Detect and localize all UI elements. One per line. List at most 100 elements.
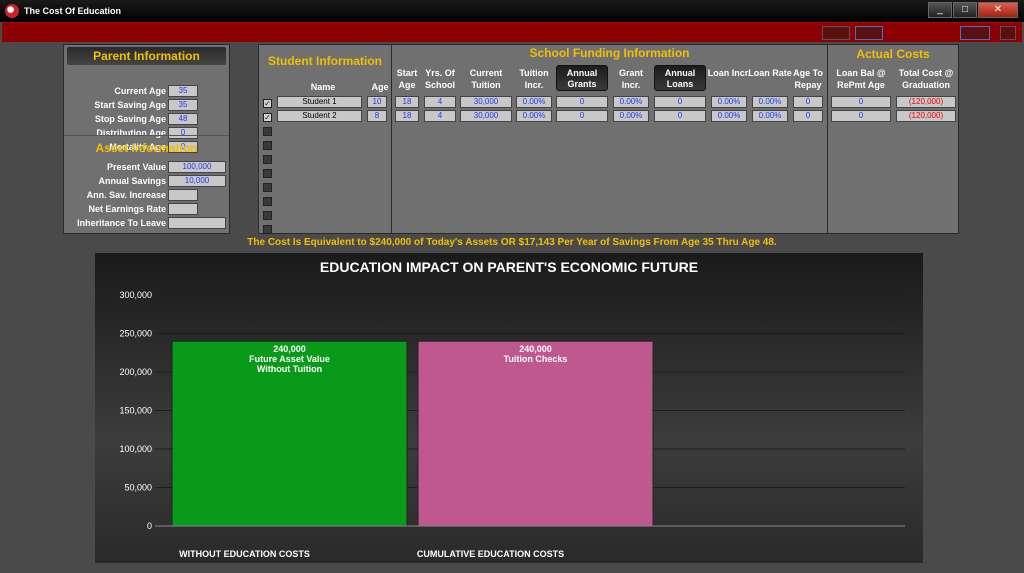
asset-field-row: Annual Savings 10,000 — [66, 175, 226, 187]
funding-cell[interactable]: 0.00% — [613, 96, 649, 108]
student-checkbox[interactable]: ✓ — [263, 99, 272, 108]
funding-cell[interactable]: 18 — [395, 110, 419, 122]
student-name-input[interactable]: Student 2 — [277, 110, 362, 122]
actual-cell: (120,000) — [896, 96, 956, 108]
bar-label: Tuition Checks — [504, 354, 568, 364]
funding-col-header: Loan Rate — [748, 68, 792, 78]
funding-cell[interactable]: 0 — [793, 96, 823, 108]
y-tick-label: 150,000 — [119, 406, 152, 416]
bar-label: 240,000 — [519, 344, 552, 354]
parent-field-label: Start Saving Age — [94, 100, 166, 110]
funding-cell[interactable]: 0 — [556, 110, 608, 122]
funding-cell[interactable]: 0.00% — [711, 110, 747, 122]
funding-cell[interactable]: 0 — [793, 110, 823, 122]
funding-col-header: Age To Repay — [793, 68, 823, 90]
funding-cell[interactable]: 4 — [424, 110, 456, 122]
student-age-input[interactable]: 10 — [367, 96, 387, 108]
minimize-button[interactable]: _ — [928, 2, 952, 18]
asset-field-input[interactable] — [168, 203, 198, 215]
asset-field-row: Inheritance To Leave — [66, 217, 226, 229]
student-checkbox-empty[interactable] — [263, 211, 272, 220]
student-info-title: Student Information — [268, 54, 382, 68]
funding-cell[interactable]: 0 — [654, 96, 706, 108]
asset-field-input[interactable] — [168, 189, 198, 201]
funding-cell[interactable]: 0.00% — [711, 96, 747, 108]
asset-info-title: Asset Information — [95, 141, 198, 155]
actual-col-header: Loan Bal @ RePmt Age — [836, 68, 886, 90]
close-button[interactable]: ✕ — [978, 2, 1018, 18]
asset-field-row: Present Value 100,000 — [66, 161, 226, 173]
parent-panel: Parent Information Current Age 35 Start Sa… — [63, 44, 230, 234]
parent-field-label: Current Age — [114, 86, 166, 96]
toolbar-button-1[interactable] — [822, 26, 850, 40]
funding-cell[interactable]: 30,000 — [460, 96, 512, 108]
bar — [417, 340, 654, 527]
bar-label: 240,000 — [273, 344, 306, 354]
funding-cell[interactable]: 0.00% — [752, 96, 788, 108]
asset-field-input[interactable]: 10,000 — [168, 175, 226, 187]
funding-col-header: Grant Incr. — [618, 68, 643, 90]
parent-field-label: Stop Saving Age — [94, 114, 166, 124]
asset-field-row: Net Earnings Rate — [66, 203, 198, 215]
funding-col-header: Yrs. Of School — [424, 68, 455, 90]
toolbar-button-2[interactable] — [855, 26, 883, 40]
actual-col-header: Total Cost @ Graduation — [898, 68, 954, 90]
x-category-label: WITHOUT EDUCATION COSTS — [179, 549, 310, 559]
funding-cell[interactable]: 0.00% — [516, 110, 552, 122]
window-controls: _ □ ✕ — [928, 2, 1018, 18]
funding-cell[interactable]: 18 — [395, 96, 419, 108]
toolbar-button-3[interactable] — [960, 26, 990, 40]
title-bar: The Cost Of Education _ □ ✕ — [0, 0, 1024, 22]
window-title: The Cost Of Education — [24, 6, 122, 16]
asset-field-label: Net Earnings Rate — [88, 204, 166, 214]
parent-field-row: Current Age 35 — [66, 85, 198, 97]
parent-field-input[interactable]: 0 — [168, 127, 198, 139]
student-checkbox-empty[interactable] — [263, 155, 272, 164]
parent-field-row: Distribution Age 0 — [66, 127, 198, 139]
student-checkbox-empty[interactable] — [263, 197, 272, 206]
asset-field-input[interactable]: 100,000 — [168, 161, 226, 173]
actual-cell: 0 — [831, 110, 891, 122]
funding-cell[interactable]: 0.00% — [516, 96, 552, 108]
funding-cell[interactable]: 0 — [654, 110, 706, 122]
annual-grants-button[interactable]: Annual Grants — [556, 65, 608, 91]
asset-field-label: Inheritance To Leave — [77, 218, 166, 228]
student-checkbox[interactable]: ✓ — [263, 113, 272, 122]
parent-field-row: Stop Saving Age 48 — [66, 113, 198, 125]
parent-field-row: Start Saving Age 35 — [66, 99, 198, 111]
funding-panel: School Funding Information Start Age Yrs.… — [391, 44, 828, 234]
student-panel: Student Information Name Age ✓ Student 1 1… — [258, 44, 392, 234]
student-checkbox-empty[interactable] — [263, 183, 272, 192]
student-name-input[interactable]: Student 1 — [277, 96, 362, 108]
asset-field-row: Ann. Sav. Increase — [66, 189, 198, 201]
app-icon — [5, 4, 19, 18]
bar-label: Future Asset Value — [249, 354, 330, 364]
maximize-button[interactable]: □ — [953, 2, 977, 18]
y-tick-label: 100,000 — [119, 444, 152, 454]
funding-cell[interactable]: 4 — [424, 96, 456, 108]
funding-cell[interactable]: 0 — [556, 96, 608, 108]
chart: EDUCATION IMPACT ON PARENT'S ECONOMIC FU… — [95, 253, 923, 563]
actual-costs-title: Actual Costs — [856, 47, 930, 61]
funding-col-header: Start Age — [396, 68, 418, 90]
parent-field-input[interactable]: 48 — [168, 113, 198, 125]
asset-field-label: Annual Savings — [98, 176, 166, 186]
settings-icon[interactable] — [1000, 26, 1016, 40]
student-checkbox-empty[interactable] — [263, 169, 272, 178]
student-age-input[interactable]: 8 — [367, 110, 387, 122]
actual-cell: (120,000) — [896, 110, 956, 122]
funding-cell[interactable]: 0.00% — [752, 110, 788, 122]
annual-loans-button[interactable]: Annual Loans — [654, 65, 706, 91]
funding-cell[interactable]: 0.00% — [613, 110, 649, 122]
student-checkbox-empty[interactable] — [263, 141, 272, 150]
y-tick-label: 0 — [147, 521, 152, 531]
asset-field-input[interactable] — [168, 217, 226, 229]
parent-field-input[interactable]: 35 — [168, 99, 198, 111]
parent-field-input[interactable]: 35 — [168, 85, 198, 97]
student-checkbox-empty[interactable] — [263, 225, 272, 234]
y-tick-label: 250,000 — [119, 329, 152, 339]
bar-label: Without Tuition — [257, 364, 322, 374]
student-checkbox-empty[interactable] — [263, 127, 272, 136]
col-age: Age — [371, 82, 389, 92]
funding-cell[interactable]: 30,000 — [460, 110, 512, 122]
